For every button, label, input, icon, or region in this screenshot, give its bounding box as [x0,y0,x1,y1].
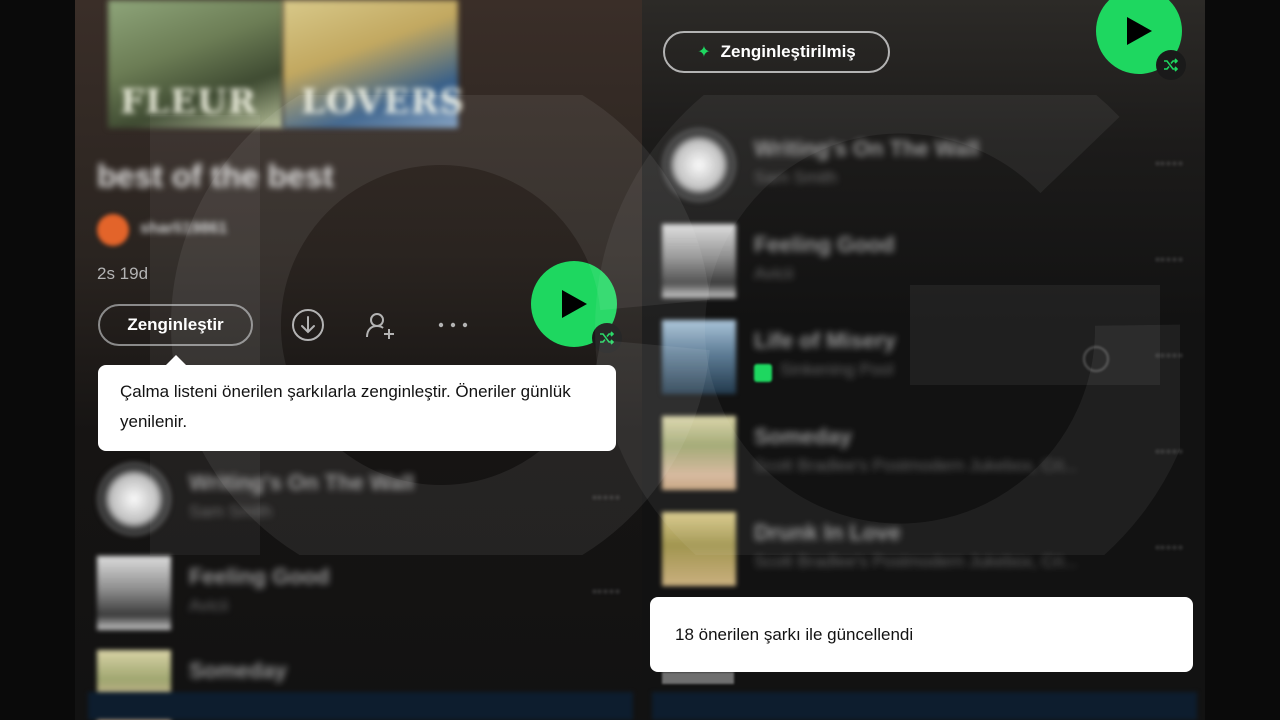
track-row[interactable]: Drunk In Love Scott Bradlee's Postmodern… [662,512,1192,592]
track-menu-icon[interactable] [593,590,619,594]
track-row-recommended[interactable]: Life of Misery Sinkening Pool [662,320,1192,400]
track-row[interactable]: Writing's On The Wall Sam Smith [97,462,627,542]
track-menu-icon[interactable] [1156,258,1182,262]
track-row[interactable]: Feeling Good Avicii [97,556,627,636]
playlist-cover: FLEUR LOVERS [108,0,464,128]
more-icon [438,322,468,328]
add-collaborator-button[interactable] [360,305,400,345]
cover-image-2: LOVERS [283,0,464,128]
cover-image-1: FLEUR [108,0,283,128]
enhance-button[interactable]: Zenginleştir [98,304,253,346]
track-artwork [662,320,736,394]
shuffle-toggle[interactable] [1156,50,1186,80]
track-title: Writing's On The Wall [189,470,415,495]
download-button[interactable] [288,305,328,345]
scroll-indicator [662,672,734,684]
track-menu-icon[interactable] [593,496,619,500]
owner-avatar[interactable] [97,214,129,246]
enhanced-button[interactable]: ✦ Zenginleştirilmiş [663,31,890,73]
track-artwork [662,416,736,490]
shuffle-icon [600,331,615,345]
track-title: Someday [189,658,287,683]
track-title: Feeling Good [189,564,330,589]
cover-caption-2: LOVERS [301,82,466,122]
cover-caption-1: FLEUR [120,82,257,122]
track-title: Writing's On The Wall [754,136,980,161]
enhanced-button-label: Zenginleştirilmiş [720,42,856,61]
more-options-button[interactable] [433,305,473,345]
playlist-duration: 2s 19d [97,264,149,283]
track-artist: Sam Smith [754,168,838,187]
track-artwork [97,556,171,630]
owner-name[interactable]: sharli19861 [140,220,227,238]
track-menu-icon[interactable] [1156,162,1182,166]
track-artist: Sam Smith [189,502,273,521]
track-menu-icon[interactable] [1156,450,1182,454]
sparkle-icon: ✦ [697,44,711,61]
track-menu-icon[interactable] [1156,354,1182,358]
now-playing-bar[interactable] [652,692,1197,720]
track-title: Someday [754,424,852,449]
track-artwork [97,462,171,536]
shuffle-icon [1164,58,1179,72]
download-icon [292,309,324,341]
track-artist: Scott Bradlee's Postmodern Jukebox, Cri.… [754,456,1078,475]
track-artist: Scott Bradlee's Postmodern Jukebox, Cri.… [754,552,1078,571]
playlist-title: best of the best [97,158,334,194]
enhance-tooltip: Çalma listeni önerilen şarkılarla zengin… [98,365,616,451]
track-menu-icon[interactable] [1156,546,1182,550]
shuffle-toggle[interactable] [592,323,622,353]
downloaded-indicator [754,364,772,382]
update-toast: 18 önerilen şarkı ile güncellendi [650,597,1193,672]
now-playing-bar[interactable] [88,692,633,720]
add-user-icon [366,313,394,339]
play-icon [562,290,587,318]
track-row[interactable]: Someday Scott Bradlee's Postmodern Jukeb… [662,416,1192,496]
track-title: Feeling Good [754,232,895,257]
track-artist: Avicii [189,596,229,615]
track-row[interactable]: Feeling Good Avicii [662,224,1192,304]
track-title: Life of Misery [754,328,896,353]
track-title: Drunk In Love [754,520,901,545]
track-artist: Avicii [754,264,794,283]
track-artist: Sinkening Pool [780,360,894,379]
add-track-icon[interactable] [1083,346,1109,372]
track-artwork [662,128,736,202]
track-artwork [662,512,736,586]
play-icon [1127,17,1152,45]
track-row[interactable]: Writing's On The Wall Sam Smith [662,128,1192,208]
track-artwork [662,224,736,298]
